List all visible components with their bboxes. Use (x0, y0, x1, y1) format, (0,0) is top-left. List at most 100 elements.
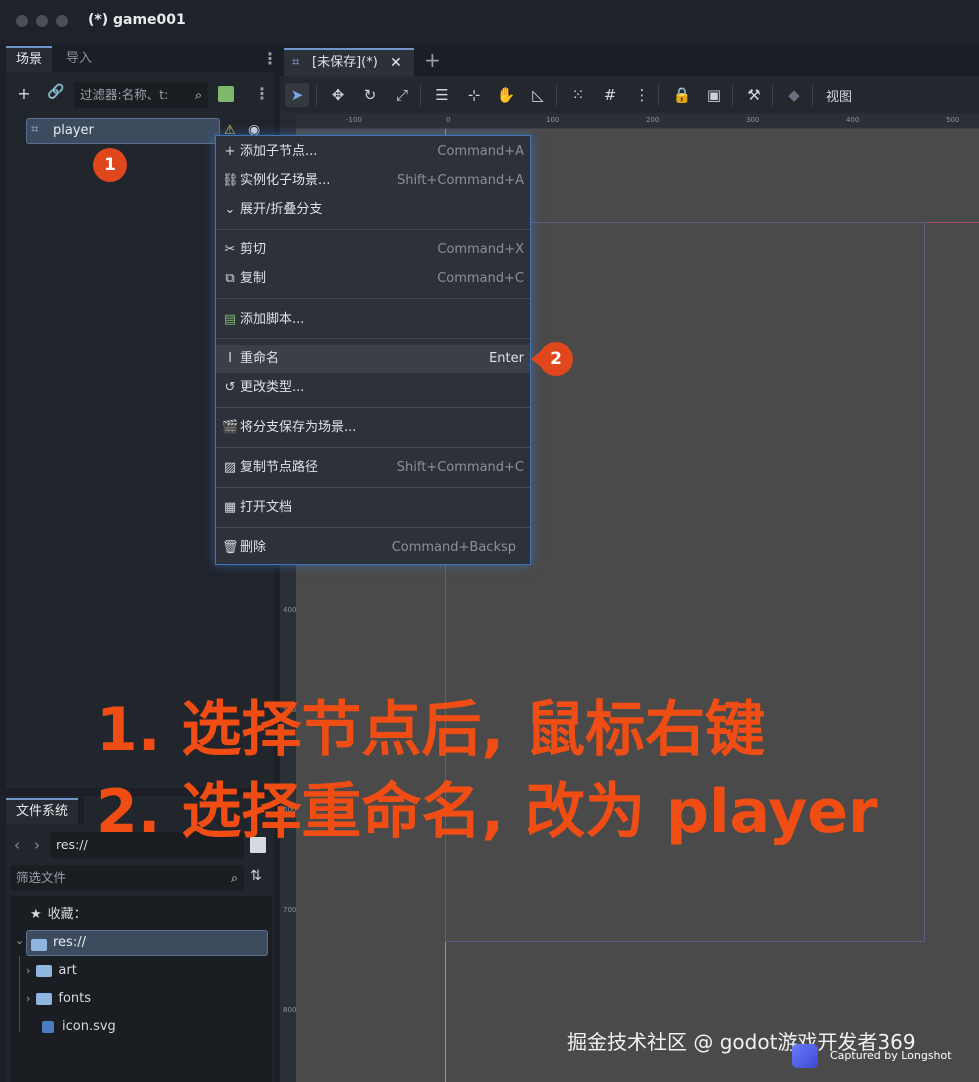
file-row-fonts[interactable]: › fonts (26, 985, 282, 1013)
scene-filter-input[interactable]: 过滤器:名称、t: ⌕ (74, 82, 208, 108)
annotation-badge-1: 1 (93, 148, 127, 182)
scene-tab-label: [未保存](*) (312, 55, 378, 70)
menu-item-copy-path[interactable]: ▨ 复制节点路径 Shift+Command+C (216, 454, 530, 482)
file-name: art (58, 963, 77, 978)
menu-item-open-docs[interactable]: ▦ 打开文档 (216, 494, 530, 522)
scene-dock-tabs: 场景 导入 ⋮ (6, 46, 278, 72)
camera-override-icon[interactable]: ◆ (782, 83, 806, 107)
tree-node-player[interactable]: ⌗ player (26, 118, 220, 144)
toolbar-separator (772, 84, 773, 106)
add-node-icon[interactable]: + (14, 84, 34, 103)
file-row-art[interactable]: › art (26, 957, 282, 985)
chevron-right-icon: › (26, 964, 31, 977)
ruler-tick: 500 (946, 116, 960, 124)
rename-icon: Ι (228, 351, 232, 366)
group-icon[interactable]: ▣ (702, 83, 726, 107)
menu-item-instantiate[interactable]: ⛓ 实例化子场景... Shift+Command+A (216, 167, 530, 195)
sort-icon[interactable]: ⇅ (250, 868, 262, 884)
toolbar-separator (732, 84, 733, 106)
lock-icon[interactable]: 🔒 (670, 83, 694, 107)
script-add-icon: ▤ (223, 312, 237, 327)
file-name: icon.svg (62, 1019, 116, 1034)
copy-path-icon: ▨ (223, 460, 237, 475)
close-icon[interactable]: ✕ (390, 50, 402, 76)
scene-tab-unsaved[interactable]: ⌗ [未保存](*) ✕ (284, 48, 414, 76)
view-menu[interactable]: 视图 (826, 86, 852, 105)
chevron-down-icon: ⌄ (15, 934, 25, 947)
file-filter-placeholder: 筛选文件 (16, 870, 67, 885)
ruler-tick: 700 (283, 906, 297, 914)
ruler-tick: -100 (346, 116, 362, 124)
favorites-row[interactable]: ★ 收藏： (30, 901, 286, 929)
file-filter-input[interactable]: 筛选文件 ⌕ (10, 865, 244, 891)
ruler-tick: 0 (446, 116, 451, 124)
menu-item-cut[interactable]: ✂ 剪切 Command+X (216, 236, 530, 264)
add-scene-tab-icon[interactable]: + (424, 48, 441, 72)
scene-filter-placeholder: 过滤器:名称、t: (80, 87, 169, 102)
file-name: fonts (58, 991, 92, 1006)
ruler-tick: 200 (646, 116, 660, 124)
snap-options-icon[interactable]: ⋮ (630, 83, 654, 107)
ruler-tool-icon[interactable]: ◺ (526, 83, 550, 107)
select-tool-icon[interactable]: ➤ (285, 83, 309, 107)
zoom-window-button[interactable] (56, 15, 68, 27)
ruler-horizontal: -100 0 100 200 300 400 500 (296, 114, 979, 129)
menu-separator (216, 447, 530, 448)
ruler-tick: 400 (283, 606, 297, 614)
instruction-line-2: 2. 选择重命名, 改为 player (96, 777, 878, 847)
tree-guide-line (19, 956, 20, 1032)
menu-item-add-child[interactable]: + 添加子节点... Command+A (216, 138, 530, 166)
tab-import[interactable]: 导入 (56, 46, 102, 72)
scale-tool-icon[interactable]: ⤢ (390, 83, 414, 107)
pivot-tool-icon[interactable]: ⊹ (462, 83, 486, 107)
rotate-tool-icon[interactable]: ↻ (358, 83, 382, 107)
minimize-window-button[interactable] (36, 15, 48, 27)
close-window-button[interactable] (16, 15, 28, 27)
grid-snap-icon[interactable]: # (598, 83, 622, 107)
star-icon: ★ (30, 907, 42, 922)
capture-credit: Captured by Longshot (830, 1049, 952, 1062)
chevron-right-icon: › (26, 992, 31, 1005)
scene-more-icon[interactable]: ⋮ (254, 84, 270, 103)
plus-icon: + (224, 144, 236, 159)
back-icon[interactable]: ‹ (14, 836, 20, 854)
tab-scene[interactable]: 场景 (6, 46, 53, 72)
menu-item-expand-collapse[interactable]: ⌄ 展开/折叠分支 (216, 196, 530, 224)
path-value: res:// (56, 837, 88, 852)
move-tool-icon[interactable]: ✥ (326, 83, 350, 107)
folder-icon (31, 937, 53, 952)
menu-item-save-branch[interactable]: 🎬 将分支保存为场景... (216, 414, 530, 442)
ruler-tick: 400 (846, 116, 860, 124)
file-row-res[interactable]: ⌄ res:// (15, 930, 268, 956)
toolbar-separator (316, 84, 317, 106)
link-icon[interactable]: 🔗 (46, 84, 66, 100)
file-row-icon-svg[interactable]: icon.svg (42, 1013, 298, 1041)
annotation-badge-2: 2 (539, 342, 573, 376)
menu-item-add-script[interactable]: ▤ 添加脚本... (216, 306, 530, 334)
ruler-tick: 800 (283, 1006, 297, 1014)
search-icon: ⌕ (230, 870, 238, 885)
node2d-icon: ⌗ (31, 122, 39, 137)
instruction-line-1: 1. 选择节点后, 鼠标右键 (96, 695, 766, 765)
menu-item-change-type[interactable]: ↺ 更改类型... (216, 374, 530, 402)
node2d-icon: ⌗ (292, 55, 300, 70)
pan-tool-icon[interactable]: ✋ (494, 83, 518, 107)
filesystem-tabs: 文件系统 (6, 798, 84, 824)
menu-item-delete[interactable]: 🗑 删除 Command+Backsp (216, 534, 530, 562)
attach-script-icon[interactable] (218, 86, 234, 102)
ruler-tick: 100 (546, 116, 560, 124)
list-select-icon[interactable]: ☰ (430, 83, 454, 107)
dock-menu-icon[interactable]: ⋮ (262, 49, 278, 68)
trash-icon: 🗑 (222, 540, 239, 555)
save-branch-icon: 🎬 (222, 420, 239, 435)
smart-snap-icon[interactable]: ⁙ (566, 83, 590, 107)
tab-filesystem[interactable]: 文件系统 (6, 798, 79, 824)
menu-separator (216, 338, 530, 339)
menu-item-copy[interactable]: ⧉ 复制 Command+C (216, 265, 530, 293)
menu-separator (216, 487, 530, 488)
menu-item-rename[interactable]: Ι 重命名 Enter (216, 345, 530, 373)
context-menu: + 添加子节点... Command+A ⛓ 实例化子场景... Shift+Comma… (215, 135, 531, 565)
rotate-icon: ↺ (224, 380, 236, 395)
forward-icon[interactable]: › (34, 836, 40, 854)
bone-icon[interactable]: ⚒ (742, 83, 766, 107)
